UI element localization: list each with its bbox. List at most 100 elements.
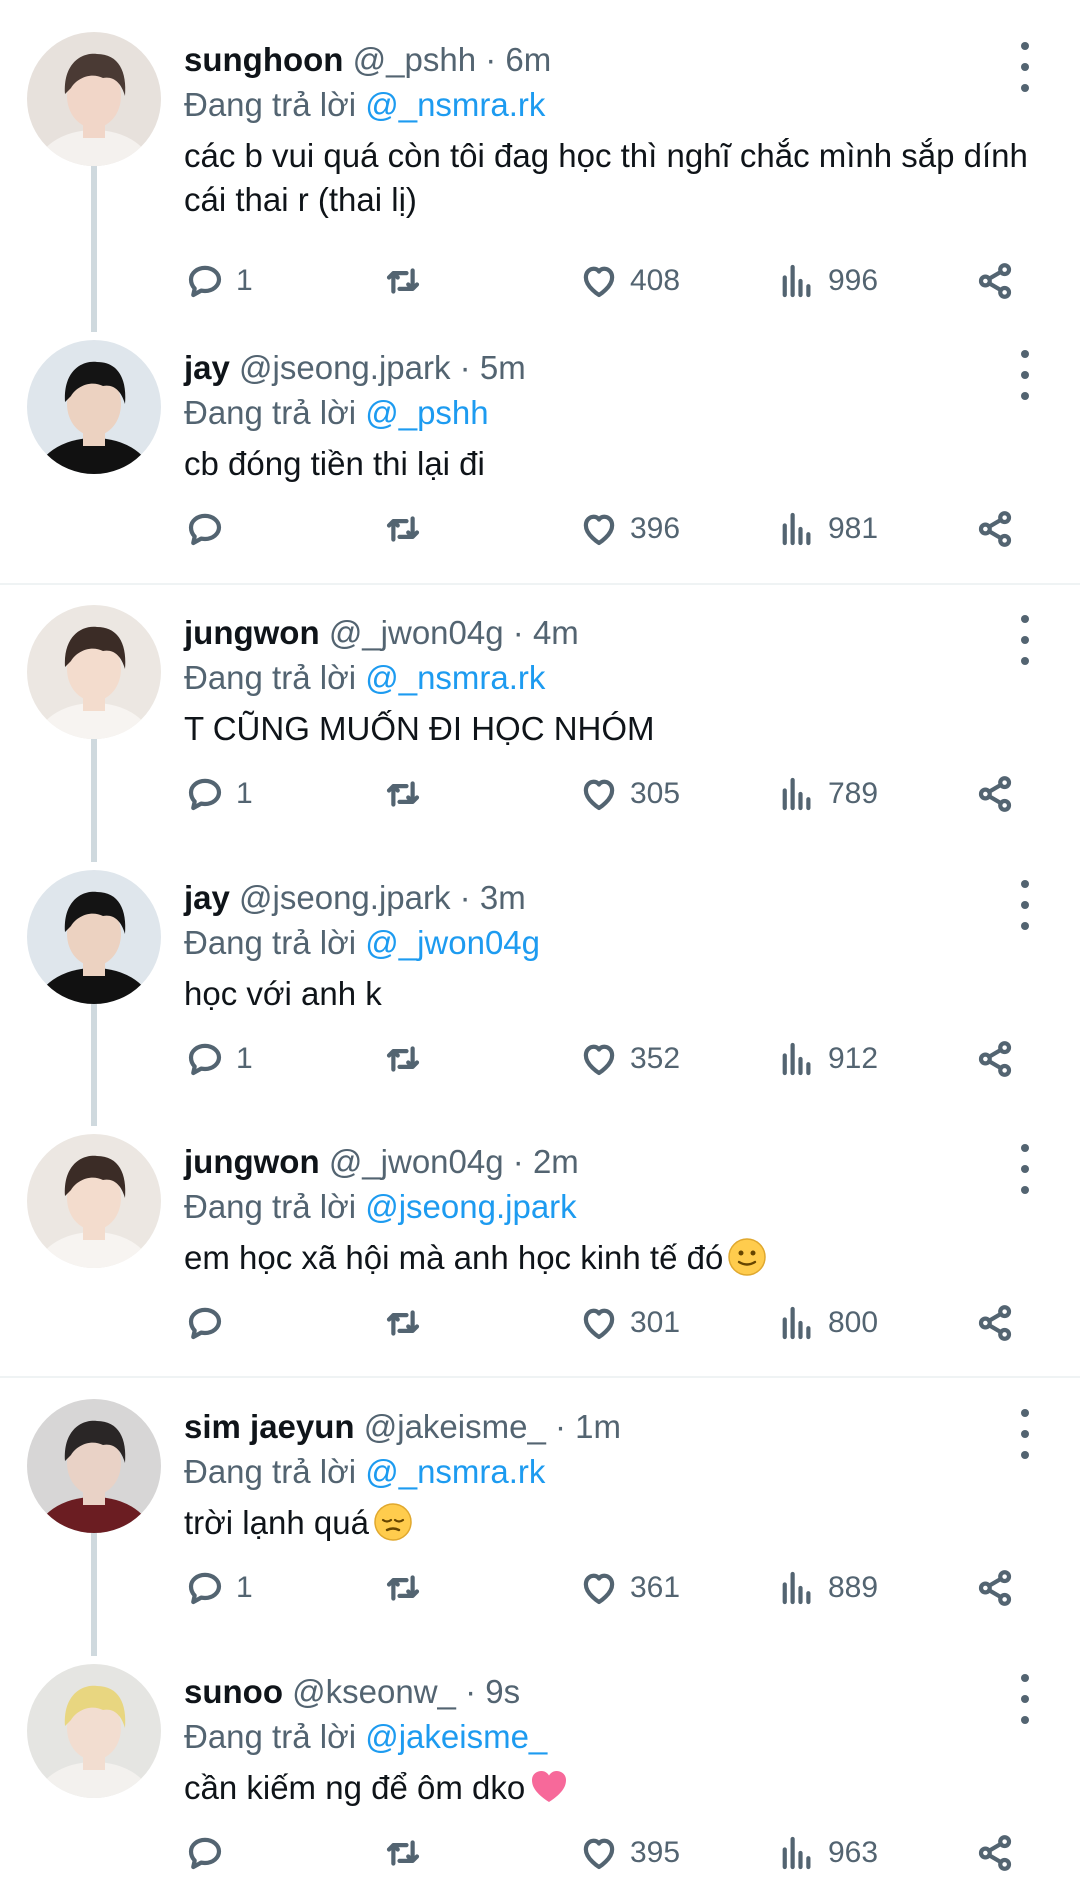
timestamp[interactable]: 5m (480, 349, 526, 386)
tweet-1[interactable]: sunghoon @_pshh · 6m Đang trả lời @_nsmr… (0, 32, 1080, 306)
avatar[interactable] (27, 1399, 161, 1533)
display-name[interactable]: sunghoon (184, 41, 343, 78)
like-button[interactable]: 301 (578, 1298, 680, 1348)
avatar[interactable] (27, 32, 161, 166)
retweet-button[interactable] (382, 1298, 424, 1348)
tweet-header: sunoo @kseonw_ · 9s (184, 1670, 520, 1714)
reply-button[interactable]: 1 (184, 256, 253, 306)
reply-button[interactable] (184, 1298, 236, 1348)
avatar[interactable] (27, 340, 161, 474)
share-button[interactable] (974, 769, 1016, 819)
share-button[interactable] (974, 1298, 1016, 1348)
more-options-icon[interactable] (1010, 615, 1040, 665)
share-button[interactable] (974, 504, 1016, 554)
user-handle[interactable]: @_jwon04g (329, 1143, 504, 1180)
share-button[interactable] (974, 256, 1016, 306)
reply-button[interactable] (184, 1828, 236, 1878)
reply-mention-link[interactable]: @_nsmra.rk (365, 1453, 545, 1490)
user-handle[interactable]: @kseonw_ (292, 1673, 456, 1710)
avatar[interactable] (27, 1134, 161, 1268)
share-button[interactable] (974, 1034, 1016, 1084)
views-icon (782, 1042, 811, 1076)
share-button[interactable] (974, 1828, 1016, 1878)
user-handle[interactable]: @_pshh (353, 41, 476, 78)
avatar[interactable] (27, 1664, 161, 1798)
retweet-button[interactable] (382, 1563, 424, 1613)
views-button[interactable]: 912 (776, 1034, 878, 1084)
more-options-icon[interactable] (1010, 42, 1040, 92)
retweet-button[interactable] (382, 1828, 424, 1878)
display-name[interactable]: jungwon (184, 614, 320, 651)
user-handle[interactable]: @jakeisme_ (364, 1408, 546, 1445)
tweet-text-content: trời lạnh quá (184, 1504, 369, 1541)
reply-button[interactable] (184, 504, 236, 554)
views-button[interactable]: 889 (776, 1563, 878, 1613)
views-icon (782, 1836, 811, 1870)
tweet-header: sim jaeyun @jakeisme_ · 1m (184, 1405, 621, 1449)
reply-button[interactable]: 1 (184, 769, 253, 819)
display-name[interactable]: sim jaeyun (184, 1408, 355, 1445)
like-button[interactable]: 395 (578, 1828, 680, 1878)
replying-to: Đang trả lời @jakeisme_ (184, 1715, 547, 1759)
view-count: 800 (828, 1306, 879, 1339)
reply-mention-link[interactable]: @_nsmra.rk (365, 659, 545, 696)
views-button[interactable]: 800 (776, 1298, 878, 1348)
display-name[interactable]: jay (184, 879, 230, 916)
tweet-7[interactable]: sunoo @kseonw_ · 9s Đang trả lời @jakeis… (0, 1664, 1080, 1878)
like-button[interactable]: 396 (578, 504, 680, 554)
display-name[interactable]: jungwon (184, 1143, 320, 1180)
display-name[interactable]: sunoo (184, 1673, 283, 1710)
tweet-actions: 1 361 889 (0, 1563, 1080, 1613)
view-count: 963 (828, 1836, 879, 1869)
retweet-button[interactable] (382, 504, 424, 554)
reply-mention-link[interactable]: @_pshh (365, 394, 488, 431)
reply-count: 1 (236, 1571, 253, 1604)
reply-button[interactable]: 1 (184, 1034, 253, 1084)
reply-button[interactable]: 1 (184, 1563, 253, 1613)
reply-mention-link[interactable]: @jakeisme_ (365, 1718, 547, 1755)
like-button[interactable]: 352 (578, 1034, 680, 1084)
views-button[interactable]: 981 (776, 504, 878, 554)
replying-to-label: Đang trả lời (184, 86, 357, 123)
tweet-6[interactable]: sim jaeyun @jakeisme_ · 1m Đang trả lời … (0, 1399, 1080, 1613)
timestamp[interactable]: 4m (533, 614, 579, 651)
tweet-4[interactable]: jay @jseong.jpark · 3m Đang trả lời @_jw… (0, 870, 1080, 1084)
views-button[interactable]: 789 (776, 769, 878, 819)
display-name[interactable]: jay (184, 349, 230, 386)
views-button[interactable]: 996 (776, 256, 878, 306)
avatar[interactable] (27, 605, 161, 739)
timestamp[interactable]: 1m (575, 1408, 621, 1445)
user-handle[interactable]: @jseong.jpark (239, 879, 450, 916)
views-button[interactable]: 963 (776, 1828, 878, 1878)
tweet-2[interactable]: jay @jseong.jpark · 5m Đang trả lời @_ps… (0, 340, 1080, 554)
replying-to: Đang trả lời @_jwon04g (184, 921, 540, 965)
replying-to: Đang trả lời @jseong.jpark (184, 1185, 577, 1229)
user-handle[interactable]: @jseong.jpark (239, 349, 450, 386)
more-options-icon[interactable] (1010, 880, 1040, 930)
reply-mention-link[interactable]: @_nsmra.rk (365, 86, 545, 123)
retweet-icon (386, 268, 420, 294)
more-options-icon[interactable] (1010, 350, 1040, 400)
user-handle[interactable]: @_jwon04g (329, 614, 504, 651)
avatar[interactable] (27, 870, 161, 1004)
reply-mention-link[interactable]: @_jwon04g (365, 924, 540, 961)
tweet-5[interactable]: jungwon @_jwon04g · 2m Đang trả lời @jse… (0, 1134, 1080, 1348)
retweet-button[interactable] (382, 256, 424, 306)
share-button[interactable] (974, 1563, 1016, 1613)
more-options-icon[interactable] (1010, 1674, 1040, 1724)
timestamp[interactable]: 9s (485, 1673, 520, 1710)
like-button[interactable]: 305 (578, 769, 680, 819)
like-button[interactable]: 361 (578, 1563, 680, 1613)
like-button[interactable]: 408 (578, 256, 680, 306)
retweet-button[interactable] (382, 1034, 424, 1084)
retweet-button[interactable] (382, 769, 424, 819)
timestamp[interactable]: 2m (533, 1143, 579, 1180)
reply-mention-link[interactable]: @jseong.jpark (365, 1188, 576, 1225)
timestamp[interactable]: 3m (480, 879, 526, 916)
separator-dot: · (512, 1143, 524, 1180)
more-options-icon[interactable] (1010, 1409, 1040, 1459)
reply-icon (188, 265, 222, 298)
more-options-icon[interactable] (1010, 1144, 1040, 1194)
timestamp[interactable]: 6m (505, 41, 551, 78)
tweet-3[interactable]: jungwon @_jwon04g · 4m Đang trả lời @_ns… (0, 605, 1080, 819)
